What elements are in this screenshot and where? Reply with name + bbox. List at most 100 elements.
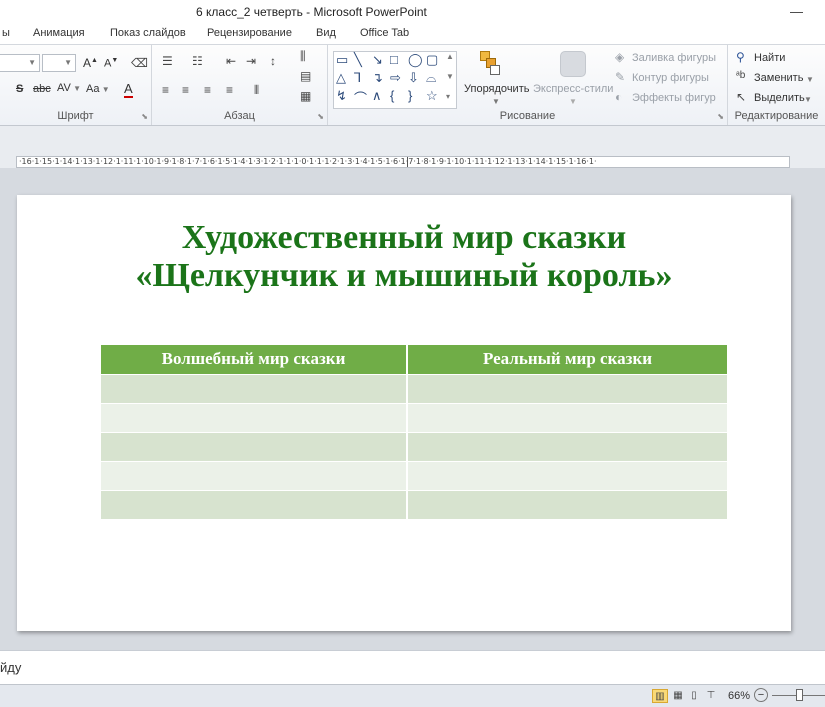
oval-shape-icon[interactable]: ◯ xyxy=(408,52,423,68)
table-cell[interactable] xyxy=(101,402,408,432)
align-center-icon[interactable]: ≡ xyxy=(182,83,189,97)
shapes-gallery[interactable]: ▭ ╲ ↘ □ ◯ ▢ △ ⅂ ↴ ⇨ ⇩ ⌓ ↯ ⌒ ∧ { } ☆ ▲ ▼ … xyxy=(333,51,457,109)
dialog-launcher-icon[interactable]: ⬊ xyxy=(317,112,324,121)
gallery-scroll-down-icon[interactable]: ▼ xyxy=(446,72,454,81)
rectangle-shape-icon[interactable]: □ xyxy=(390,52,398,67)
dialog-launcher-icon[interactable]: ⬊ xyxy=(717,112,724,121)
slideshow-view-icon[interactable]: ⊤ xyxy=(703,689,719,703)
ribbon-spacer xyxy=(0,126,825,148)
table-cell[interactable] xyxy=(101,373,408,403)
gallery-scroll-up-icon[interactable]: ▲ xyxy=(446,52,454,61)
bullets-icon[interactable]: ☰ xyxy=(162,54,173,68)
table-cell[interactable] xyxy=(101,460,408,490)
editing-group-label: Редактирование xyxy=(734,110,819,122)
minimize-button[interactable]: — xyxy=(790,4,803,19)
table-cell[interactable] xyxy=(407,402,727,432)
table-cell[interactable] xyxy=(407,489,727,519)
grow-font-icon: A xyxy=(83,56,92,70)
strikethrough-button[interactable]: abc xyxy=(33,83,51,95)
arc-shape-icon[interactable]: ⌒ xyxy=(354,88,367,107)
notes-placeholder: йду xyxy=(0,660,22,675)
increase-indent-icon[interactable]: ⇥ xyxy=(246,54,256,68)
tab-view[interactable]: Вид xyxy=(316,27,336,39)
elbow-arrow-shape-icon[interactable]: ↴ xyxy=(372,70,383,86)
slide-title[interactable]: Художественный мир сказки «Щелкунчик и м… xyxy=(77,219,731,295)
star-shape-icon[interactable]: ☆ xyxy=(426,88,438,104)
line-spacing-icon[interactable]: ↕ xyxy=(270,54,276,68)
shape-fill-button[interactable]: Заливка фигуры xyxy=(632,52,716,64)
dialog-launcher-icon[interactable]: ⬊ xyxy=(141,112,148,121)
font-size-dropdown[interactable]: ▼ xyxy=(42,54,76,72)
slide-table[interactable]: Волшебный мир сказки Реальный мир сказки xyxy=(101,345,727,519)
zoom-out-button[interactable]: − xyxy=(754,688,768,702)
table-row xyxy=(101,402,727,432)
table-header-magic-world[interactable]: Волшебный мир сказки xyxy=(101,345,408,374)
select-button[interactable]: Выделить xyxy=(754,92,805,104)
character-spacing-button[interactable]: AV ▼ xyxy=(57,82,81,94)
table-cell[interactable] xyxy=(407,460,727,490)
shape-effects-button[interactable]: Эффекты фигур xyxy=(632,92,716,104)
align-right-icon[interactable]: ≡ xyxy=(204,83,211,97)
right-brace-shape-icon[interactable]: } xyxy=(408,88,412,103)
left-brace-shape-icon[interactable]: { xyxy=(390,88,394,103)
font-color-button[interactable]: A xyxy=(124,82,133,98)
text-direction-icon[interactable]: ⫼ xyxy=(300,49,306,64)
down-arrow-shape-icon[interactable]: ⇩ xyxy=(408,70,419,86)
smartart-icon[interactable]: ▦ xyxy=(300,89,311,103)
shape-outline-button[interactable]: Контур фигуры xyxy=(632,72,709,84)
change-case-button[interactable]: Aa ▼ xyxy=(86,83,110,95)
curved-arrow-shape-icon[interactable]: ↯ xyxy=(336,88,347,104)
replace-button[interactable]: Заменить xyxy=(754,72,803,84)
numbering-icon[interactable]: ☷ xyxy=(192,54,203,68)
decrease-indent-icon[interactable]: ⇤ xyxy=(226,54,236,68)
justify-icon[interactable]: ≡ xyxy=(226,83,233,97)
table-row xyxy=(101,460,727,490)
table-cell[interactable] xyxy=(101,489,408,519)
columns-icon[interactable]: ⫴ xyxy=(254,83,259,98)
clear-formatting-icon[interactable]: ⌫ xyxy=(131,56,148,70)
shrink-font-button[interactable]: A▼ xyxy=(104,57,118,70)
textbox-shape-icon[interactable]: ▭ xyxy=(336,52,348,68)
rounded-rect-shape-icon[interactable]: ▢ xyxy=(426,52,438,68)
horizontal-ruler[interactable]: ·16·1·15·1·14·1·13·1·12·1·11·1·10·1·9·1·… xyxy=(16,156,790,168)
freeform-shape-icon[interactable]: ⌓ xyxy=(426,70,436,86)
chevron-down-icon: ▼ xyxy=(569,97,577,106)
table-cell[interactable] xyxy=(407,373,727,403)
status-bar: ▥ ▦ ▯ ⊤ 66% − xyxy=(0,684,825,707)
ribbon-tabs: ы Анимация Показ слайдов Рецензирование … xyxy=(0,22,825,44)
slide[interactable]: Художественный мир сказки «Щелкунчик и м… xyxy=(17,195,791,631)
tab-review[interactable]: Рецензирование xyxy=(207,27,292,39)
triangle-shape-icon[interactable]: △ xyxy=(336,70,346,86)
arrange-button[interactable]: Упорядочить xyxy=(464,83,529,95)
curve-shape-icon[interactable]: ∧ xyxy=(372,88,382,104)
arrow-shape-icon[interactable]: ↘ xyxy=(372,52,383,68)
gallery-more-icon[interactable]: ▾ xyxy=(446,92,450,101)
tab-office-tab[interactable]: Office Tab xyxy=(360,27,409,39)
elbow-connector-shape-icon[interactable]: ⅂ xyxy=(354,70,361,86)
table-row xyxy=(101,431,727,461)
shadow-button[interactable]: S xyxy=(16,83,23,95)
slide-sorter-view-icon[interactable]: ▦ xyxy=(670,689,686,703)
shape-outline-icon: ✎ xyxy=(615,70,626,84)
normal-view-icon[interactable]: ▥ xyxy=(652,689,668,703)
tab-design-partial[interactable]: ы xyxy=(2,27,10,39)
table-header-real-world[interactable]: Реальный мир сказки xyxy=(407,345,727,374)
font-name-dropdown[interactable]: ▼ xyxy=(0,54,40,72)
chevron-down-icon: ▼ xyxy=(804,95,812,104)
table-cell[interactable] xyxy=(101,431,408,461)
line-shape-icon[interactable]: ╲ xyxy=(354,52,362,68)
align-left-icon[interactable]: ≡ xyxy=(162,83,169,97)
quick-styles-button[interactable]: Экспресс-стили xyxy=(533,83,613,95)
table-cell[interactable] xyxy=(407,431,727,461)
grow-font-button[interactable]: A▲ xyxy=(83,56,98,70)
find-button[interactable]: Найти xyxy=(754,52,785,64)
tab-animation[interactable]: Анимация xyxy=(33,27,85,39)
notes-pane[interactable]: йду xyxy=(0,650,825,684)
right-arrow-shape-icon[interactable]: ⇨ xyxy=(390,70,401,86)
zoom-level[interactable]: 66% xyxy=(728,690,750,702)
zoom-slider-thumb[interactable] xyxy=(796,689,803,701)
tab-slideshow[interactable]: Показ слайдов xyxy=(110,27,186,39)
shape-fill-icon: ◈ xyxy=(615,50,625,64)
align-text-icon[interactable]: ▤ xyxy=(300,69,311,83)
reading-view-icon[interactable]: ▯ xyxy=(686,689,702,703)
